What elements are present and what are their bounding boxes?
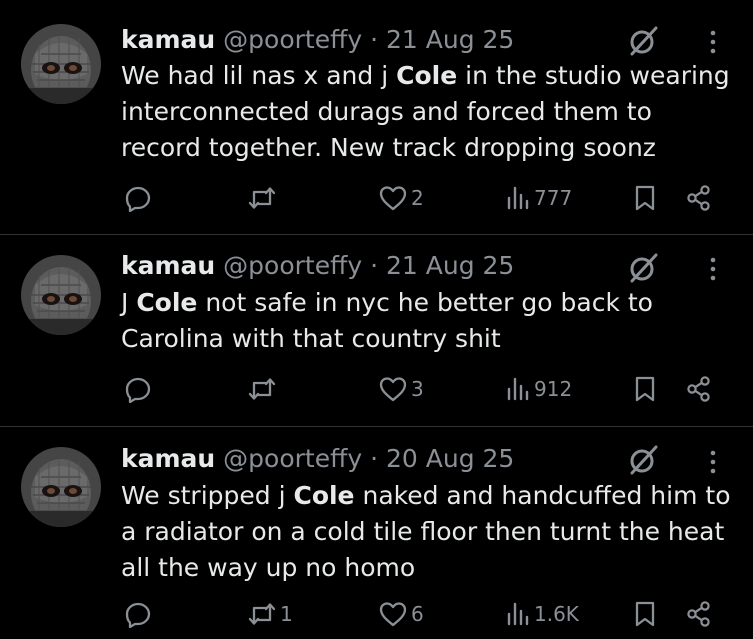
like-count: 3 [411,377,424,401]
tweet-text: We had lil nas x and j Cole in the studi… [121,58,731,166]
like-icon [378,375,408,403]
text-part: J [121,288,137,317]
avatar[interactable] [21,255,101,335]
bookmark-button[interactable] [633,597,657,631]
bookmark-icon [633,184,657,212]
tweet-date[interactable]: 21 Aug 25 [386,25,514,54]
tweet-header: kamau @poorteffy · 21 Aug 25 [121,251,514,281]
views-icon [505,600,531,628]
avatar[interactable] [21,447,101,527]
tweet[interactable]: kamau @poorteffy · 20 Aug 25 We stripped… [0,427,753,639]
like-icon [378,600,408,628]
share-icon [685,184,713,212]
action-bar: 1 6 1.6K [0,597,753,631]
separator: · [370,444,379,473]
action-bar: 2 777 [0,181,753,215]
view-count: 1.6K [534,602,579,626]
more-icon[interactable] [703,447,723,477]
tweet[interactable]: kamau @poorteffy · 21 Aug 25 We had lil … [0,0,753,235]
repost-count: 1 [280,602,293,626]
grok-icon[interactable] [627,251,661,285]
like-button[interactable]: 6 [378,597,424,631]
share-icon [685,600,713,628]
views-icon [505,375,531,403]
like-button[interactable]: 2 [378,181,424,215]
tweet-date[interactable]: 20 Aug 25 [386,444,514,473]
reply-icon [124,184,152,212]
reply-button[interactable] [124,597,155,631]
tweet-text: We stripped j Cole naked and handcuffed … [121,478,731,586]
author-name[interactable]: kamau [121,444,215,473]
views-icon [505,184,531,212]
like-count: 2 [411,186,424,210]
text-part: We had lil nas x and j [121,61,397,90]
text-part: not safe in nyc he better go back to Car… [121,288,653,353]
bookmark-button[interactable] [633,181,657,215]
grok-icon[interactable] [627,443,661,477]
author-handle[interactable]: @poorteffy [223,25,362,54]
bookmark-icon [633,600,657,628]
views-button[interactable]: 777 [505,181,572,215]
views-button[interactable]: 1.6K [505,597,579,631]
share-icon [685,375,713,403]
repost-icon [247,600,277,628]
repost-icon [247,375,277,403]
tweet-header: kamau @poorteffy · 20 Aug 25 [121,444,514,474]
like-button[interactable]: 3 [378,372,424,406]
highlighted-term: Cole [396,61,458,90]
avatar[interactable] [21,24,101,104]
grok-icon[interactable] [627,24,661,58]
reply-button[interactable] [124,372,155,406]
author-handle[interactable]: @poorteffy [223,251,362,280]
more-icon[interactable] [703,254,723,284]
tweet-text: J Cole not safe in nyc he better go back… [121,285,731,357]
reply-icon [124,600,152,628]
tweet-header: kamau @poorteffy · 21 Aug 25 [121,25,514,55]
bookmark-button[interactable] [633,372,657,406]
more-icon[interactable] [703,27,723,57]
like-icon [378,184,408,212]
highlighted-term: Cole [293,481,355,510]
reply-button[interactable] [124,181,155,215]
author-name[interactable]: kamau [121,25,215,54]
share-button[interactable] [685,597,713,631]
view-count: 777 [534,186,573,210]
repost-button[interactable] [247,372,280,406]
share-button[interactable] [685,181,713,215]
views-button[interactable]: 912 [505,372,572,406]
tweet[interactable]: kamau @poorteffy · 21 Aug 25 J Cole not … [0,235,753,427]
text-part: We stripped j [121,481,294,510]
action-bar: 3 912 [0,372,753,406]
bookmark-icon [633,375,657,403]
repost-icon [247,184,277,212]
repost-button[interactable]: 1 [247,597,293,631]
reply-icon [124,375,152,403]
share-button[interactable] [685,372,713,406]
separator: · [370,25,379,54]
view-count: 912 [534,377,573,401]
author-handle[interactable]: @poorteffy [223,444,362,473]
like-count: 6 [411,602,424,626]
author-name[interactable]: kamau [121,251,215,280]
highlighted-term: Cole [136,288,198,317]
tweet-date[interactable]: 21 Aug 25 [386,251,514,280]
repost-button[interactable] [247,181,280,215]
separator: · [370,251,379,280]
